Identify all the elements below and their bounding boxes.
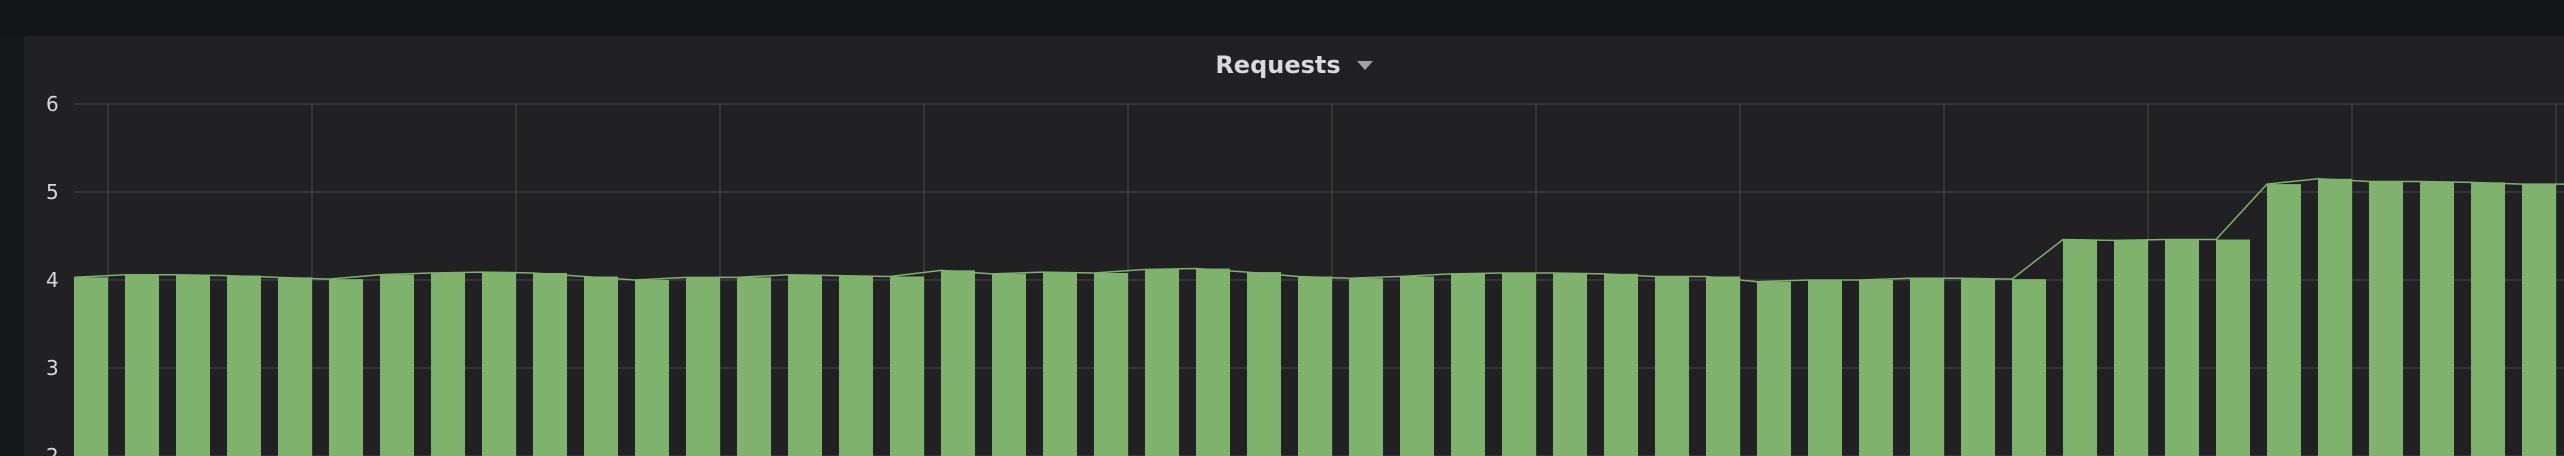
bar <box>74 277 108 456</box>
bar <box>1247 272 1281 456</box>
bar <box>2267 184 2301 456</box>
bar <box>1808 280 1842 456</box>
bar <box>1196 268 1230 456</box>
bar <box>1451 273 1485 456</box>
bar <box>2369 181 2403 456</box>
bar <box>227 275 261 456</box>
bar <box>584 276 618 456</box>
bar <box>482 272 516 456</box>
bar <box>635 280 669 456</box>
bar <box>533 272 567 456</box>
bar <box>839 275 873 456</box>
bar <box>2420 181 2454 456</box>
bar <box>1604 273 1638 456</box>
bar <box>2471 182 2505 456</box>
bar-series <box>74 178 2556 456</box>
bar <box>1910 278 1944 456</box>
bar <box>1706 276 1740 456</box>
bar <box>176 274 210 456</box>
bar <box>1655 276 1689 456</box>
bar <box>941 270 975 456</box>
requests-chart: 2 3 4 5 6 <box>46 92 2564 456</box>
bar <box>125 274 159 456</box>
bar <box>1757 281 1791 456</box>
bar <box>380 274 414 456</box>
bar <box>992 273 1026 456</box>
bar <box>2165 239 2199 456</box>
y-tick-label: 2 <box>46 444 59 456</box>
bar <box>278 277 312 456</box>
y-tick-label: 4 <box>46 268 59 292</box>
bar <box>2063 239 2097 456</box>
bar <box>1043 272 1077 456</box>
y-axis: 2 3 4 5 6 <box>46 92 59 456</box>
bar <box>1145 269 1179 456</box>
bar <box>431 272 465 456</box>
bar <box>1859 280 1893 456</box>
bar <box>737 277 771 456</box>
bar <box>1400 276 1434 456</box>
bar <box>1349 278 1383 456</box>
bar <box>788 274 822 456</box>
bar <box>329 279 363 456</box>
bar <box>2522 184 2556 456</box>
bar <box>1961 278 1995 456</box>
bar <box>2114 240 2148 456</box>
bar <box>2318 178 2352 456</box>
bar <box>890 276 924 456</box>
bar <box>1298 276 1332 456</box>
bar <box>2012 279 2046 456</box>
y-tick-label: 5 <box>46 180 59 204</box>
bar <box>2216 239 2250 456</box>
y-tick-label: 6 <box>46 92 59 116</box>
bar <box>1502 272 1536 456</box>
y-tick-label: 3 <box>46 356 59 380</box>
bar <box>1094 272 1128 456</box>
bar <box>1553 272 1587 456</box>
bar <box>686 277 720 456</box>
